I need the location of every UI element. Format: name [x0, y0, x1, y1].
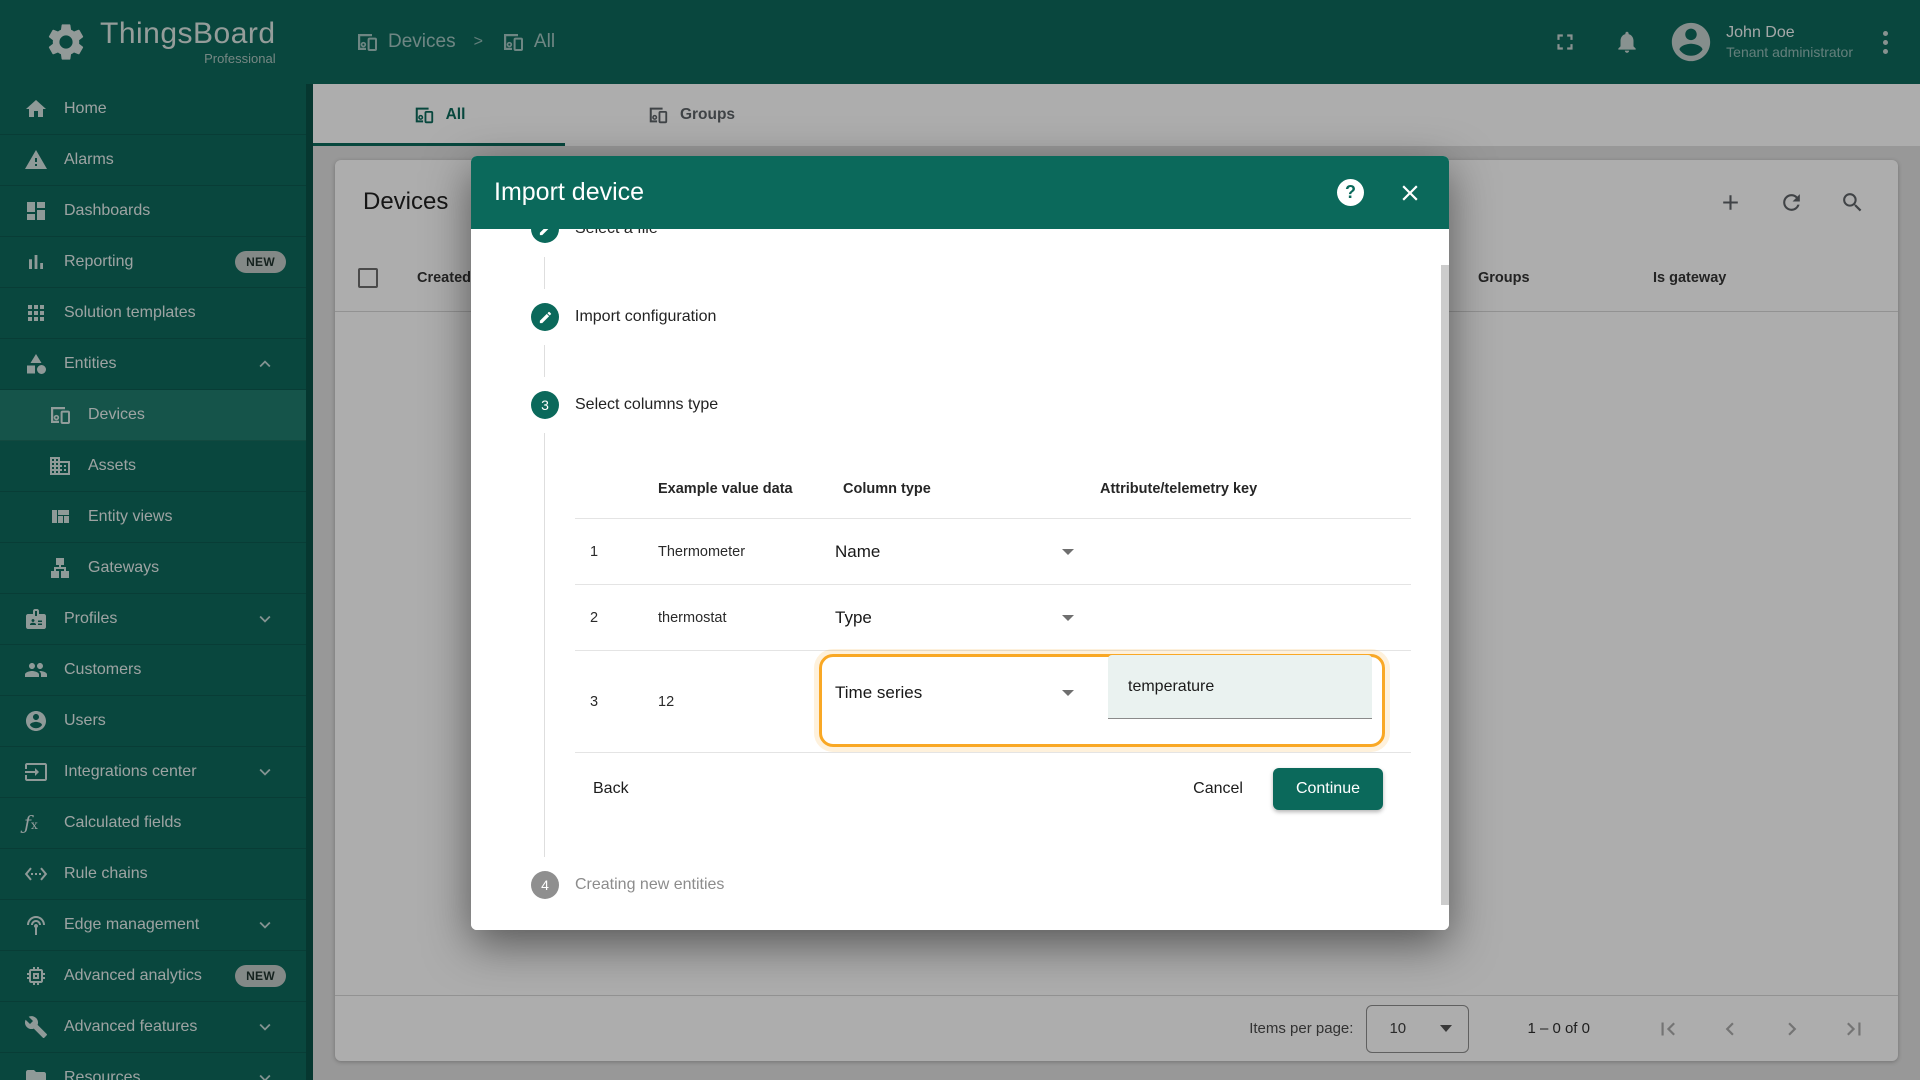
step-select-a-file[interactable]: Select a file — [531, 229, 658, 257]
column-type-value: Type — [835, 608, 872, 628]
example-value: thermostat — [658, 610, 727, 626]
step-creating-new-entities[interactable]: 4 Creating new entities — [531, 857, 724, 913]
continue-button[interactable]: Continue — [1273, 768, 1383, 810]
dropdown-arrow-icon — [1062, 615, 1074, 621]
back-button[interactable]: Back — [575, 769, 647, 809]
step-label: Import configuration — [575, 308, 716, 326]
columns-type-row: 3 12 Time series — [575, 650, 1411, 753]
step-edit-icon — [531, 229, 559, 243]
column-type-select[interactable]: Type — [835, 608, 1080, 628]
header-column-type: Column type — [843, 481, 931, 497]
close-icon[interactable] — [1397, 180, 1423, 206]
header-example-value-data: Example value data — [658, 481, 793, 497]
row-index: 1 — [590, 544, 598, 560]
dialog-actions: Back Cancel Continue — [575, 767, 1383, 811]
dropdown-arrow-icon — [1062, 690, 1074, 696]
dialog-body: Select a file Import configuration 3 Sel… — [471, 229, 1449, 930]
example-value: 12 — [658, 694, 674, 710]
dialog-scrollbar-thumb[interactable] — [1441, 265, 1449, 905]
step-label: Select a file — [575, 229, 658, 238]
help-icon[interactable]: ? — [1337, 179, 1364, 206]
dropdown-arrow-icon — [1062, 549, 1074, 555]
columns-type-table-header: Example value data Column type Attribute… — [575, 459, 1411, 518]
columns-type-table-body: 1 Thermometer Name 2 thermostat Type 3 12 Time s… — [575, 518, 1411, 753]
stepper-connector — [544, 345, 545, 377]
cancel-button[interactable]: Cancel — [1175, 769, 1261, 809]
step-number: 3 — [531, 391, 559, 419]
columns-type-row: 2 thermostat Type — [575, 584, 1411, 650]
step-select-columns-type[interactable]: 3 Select columns type — [531, 377, 718, 433]
column-type-select[interactable]: Name — [835, 542, 1080, 562]
dialog-header: Import device ? — [471, 156, 1449, 229]
dialog-title: Import device — [494, 178, 1337, 207]
attribute-telemetry-key-input[interactable] — [1108, 655, 1372, 719]
row-index: 2 — [590, 610, 598, 626]
step-label: Creating new entities — [575, 876, 724, 894]
column-type-select[interactable]: Time series — [835, 683, 1080, 703]
example-value: Thermometer — [658, 544, 745, 560]
column-type-value: Name — [835, 542, 880, 562]
stepper-connector — [544, 433, 545, 857]
step-import-configuration[interactable]: Import configuration — [531, 289, 716, 345]
header-attribute-telemetry-key: Attribute/telemetry key — [1100, 481, 1257, 497]
columns-type-table: Example value data Column type Attribute… — [575, 459, 1411, 753]
step-number: 4 — [531, 871, 559, 899]
app-root: ThingsBoard Professional Devices > All J… — [0, 0, 1920, 1080]
column-type-value: Time series — [835, 683, 922, 703]
step-edit-icon — [531, 303, 559, 331]
row-index: 3 — [590, 694, 598, 710]
stepper-connector — [544, 257, 545, 289]
columns-type-row: 1 Thermometer Name — [575, 518, 1411, 584]
import-device-dialog: Import device ? Select a file Import con… — [471, 156, 1449, 930]
step-label: Select columns type — [575, 396, 718, 414]
